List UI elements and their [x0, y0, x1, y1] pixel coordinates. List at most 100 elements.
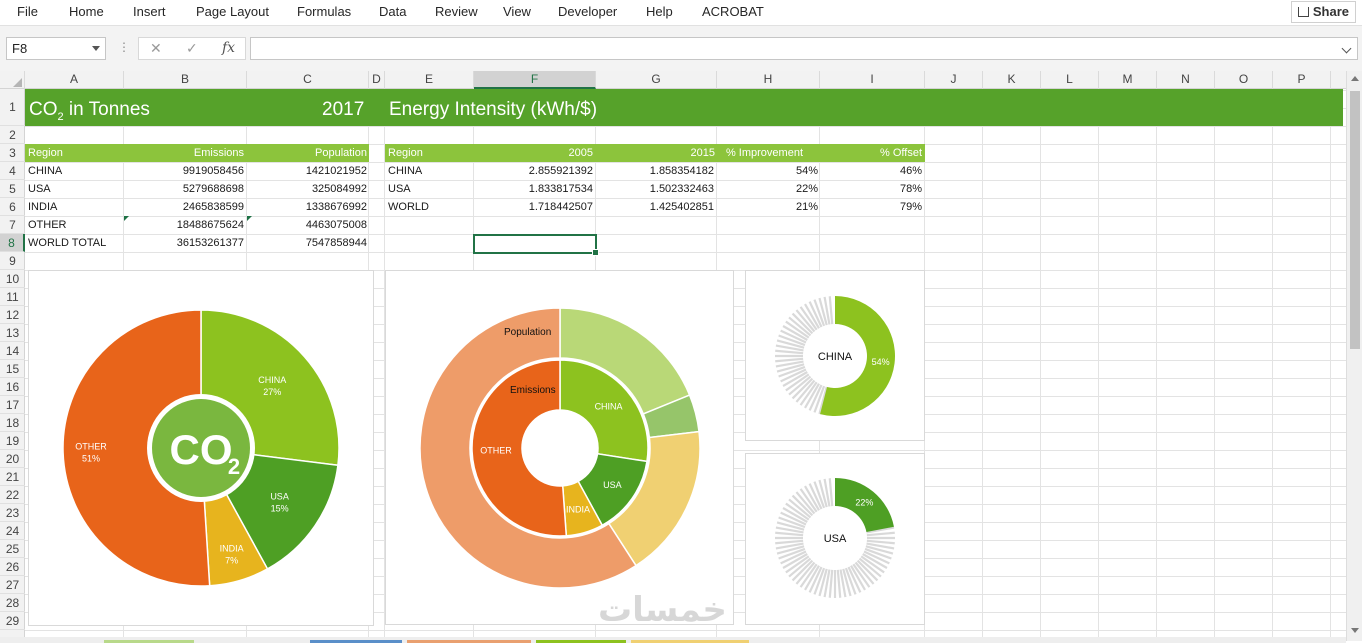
table-cell[interactable]: 46%: [820, 162, 922, 180]
header-region[interactable]: Region: [28, 144, 63, 162]
table-cell[interactable]: WORLD: [388, 198, 429, 216]
header-improvement[interactable]: % Improvement: [717, 144, 803, 162]
table-cell[interactable]: INDIA: [28, 198, 57, 216]
table-cell[interactable]: 2.855921392: [474, 162, 593, 180]
table-cell[interactable]: 1.833817534: [474, 180, 593, 198]
header-2005[interactable]: 2005: [474, 144, 593, 162]
row-header[interactable]: 25: [0, 540, 25, 558]
table-cell[interactable]: 1.502332463: [596, 180, 714, 198]
cancel-icon[interactable]: ✕: [150, 40, 162, 57]
active-cell-f8[interactable]: [473, 234, 599, 256]
table-cell[interactable]: 54%: [717, 162, 818, 180]
scrollbar-thumb[interactable]: [1350, 91, 1360, 349]
row-header[interactable]: 17: [0, 396, 25, 414]
tab-home[interactable]: Home: [69, 4, 104, 19]
scroll-up-icon[interactable]: [1351, 76, 1359, 81]
row-header[interactable]: 29: [0, 612, 25, 630]
table-cell[interactable]: 21%: [717, 198, 818, 216]
row-header[interactable]: 2: [0, 126, 25, 144]
column-header-f[interactable]: F: [474, 71, 596, 89]
row-header[interactable]: 9: [0, 252, 25, 270]
tab-file[interactable]: File: [17, 4, 38, 19]
column-header-p[interactable]: P: [1273, 71, 1331, 89]
enter-icon[interactable]: ✓: [186, 40, 198, 57]
table-cell[interactable]: 22%: [717, 180, 818, 198]
column-header-i[interactable]: I: [820, 71, 925, 89]
more-options-icon[interactable]: ⋮: [118, 40, 130, 54]
row-header[interactable]: 22: [0, 486, 25, 504]
row-header[interactable]: 14: [0, 342, 25, 360]
tab-formulas[interactable]: Formulas: [297, 4, 351, 19]
column-header-a[interactable]: A: [25, 71, 124, 89]
row-header[interactable]: 28: [0, 594, 25, 612]
header-region[interactable]: Region: [388, 144, 423, 162]
table-cell[interactable]: 78%: [820, 180, 922, 198]
table-cell[interactable]: 1338676992: [247, 198, 367, 216]
table-cell[interactable]: USA: [28, 180, 51, 198]
header-offset[interactable]: % Offset: [820, 144, 922, 162]
column-header-e[interactable]: E: [385, 71, 474, 89]
row-header[interactable]: 12: [0, 306, 25, 324]
column-header-c[interactable]: C: [247, 71, 369, 89]
table-cell[interactable]: 9919058456: [124, 162, 244, 180]
tab-acrobat[interactable]: ACROBAT: [702, 4, 764, 19]
row-header[interactable]: 21: [0, 468, 25, 486]
worksheet-grid[interactable]: CO2 in Tonnes 2017 Energy Intensity (kWh…: [25, 89, 1346, 637]
table-cell[interactable]: 5279688698: [124, 180, 244, 198]
column-header-n[interactable]: N: [1157, 71, 1215, 89]
insert-function-icon[interactable]: fx: [222, 40, 235, 56]
table-cell[interactable]: 7547858944: [247, 234, 367, 252]
row-header[interactable]: 26: [0, 558, 25, 576]
tab-help[interactable]: Help: [646, 4, 673, 19]
row-header[interactable]: 1: [0, 89, 25, 126]
table-cell[interactable]: 1.718442507: [474, 198, 593, 216]
china-gauge-chart[interactable]: CHINA 54%: [745, 270, 925, 441]
table-cell[interactable]: CHINA: [388, 162, 422, 180]
table-cell[interactable]: 79%: [820, 198, 922, 216]
co2-title[interactable]: CO2 in Tonnes: [29, 99, 150, 123]
tab-developer[interactable]: Developer: [558, 4, 617, 19]
table-cell[interactable]: 36153261377: [124, 234, 244, 252]
expand-formula-icon[interactable]: [1341, 43, 1352, 54]
column-header-g[interactable]: G: [596, 71, 717, 89]
table-cell[interactable]: 2465838599: [124, 198, 244, 216]
column-header-d[interactable]: D: [369, 71, 385, 89]
tab-review[interactable]: Review: [435, 4, 478, 19]
table-cell[interactable]: 1.858354182: [596, 162, 714, 180]
table-cell[interactable]: CHINA: [28, 162, 62, 180]
tab-page-layout[interactable]: Page Layout: [196, 4, 269, 19]
energy-intensity-title[interactable]: Energy Intensity (kWh/$): [389, 99, 597, 121]
co2-pie-chart[interactable]: CO 2 CHINA 27% USA 15% INDIA 7% OTHER 51%: [28, 270, 374, 626]
table-cell[interactable]: 1421021952: [247, 162, 367, 180]
row-header[interactable]: 10: [0, 270, 25, 288]
row-header[interactable]: 19: [0, 432, 25, 450]
column-header-k[interactable]: K: [983, 71, 1041, 89]
select-all-button[interactable]: [0, 71, 25, 89]
row-header[interactable]: 23: [0, 504, 25, 522]
table-cell[interactable]: USA: [388, 180, 411, 198]
tab-data[interactable]: Data: [379, 4, 406, 19]
header-population[interactable]: Population: [247, 144, 367, 162]
row-header[interactable]: 4: [0, 162, 25, 180]
table-cell[interactable]: 4463075008: [247, 216, 367, 234]
row-header[interactable]: 13: [0, 324, 25, 342]
tab-view[interactable]: View: [503, 4, 531, 19]
year-cell[interactable]: 2017: [322, 99, 364, 121]
tab-insert[interactable]: Insert: [133, 4, 166, 19]
table-cell[interactable]: 18488675624: [124, 216, 244, 234]
row-header[interactable]: 8: [0, 234, 25, 252]
row-header[interactable]: 27: [0, 576, 25, 594]
row-header[interactable]: 20: [0, 450, 25, 468]
table-cell[interactable]: OTHER: [28, 216, 67, 234]
column-header-o[interactable]: O: [1215, 71, 1273, 89]
emissions-population-doughnut-chart[interactable]: Population Emissions CHINA USA INDIA OTHER: [385, 270, 734, 625]
column-header-b[interactable]: B: [124, 71, 247, 89]
row-header[interactable]: 3: [0, 144, 25, 162]
row-header[interactable]: 5: [0, 180, 25, 198]
table-cell[interactable]: WORLD TOTAL: [28, 234, 106, 252]
scroll-down-icon[interactable]: [1351, 628, 1359, 633]
chevron-down-icon[interactable]: [92, 46, 100, 51]
row-header[interactable]: 15: [0, 360, 25, 378]
column-header-l[interactable]: L: [1041, 71, 1099, 89]
name-box[interactable]: F8: [6, 37, 106, 60]
